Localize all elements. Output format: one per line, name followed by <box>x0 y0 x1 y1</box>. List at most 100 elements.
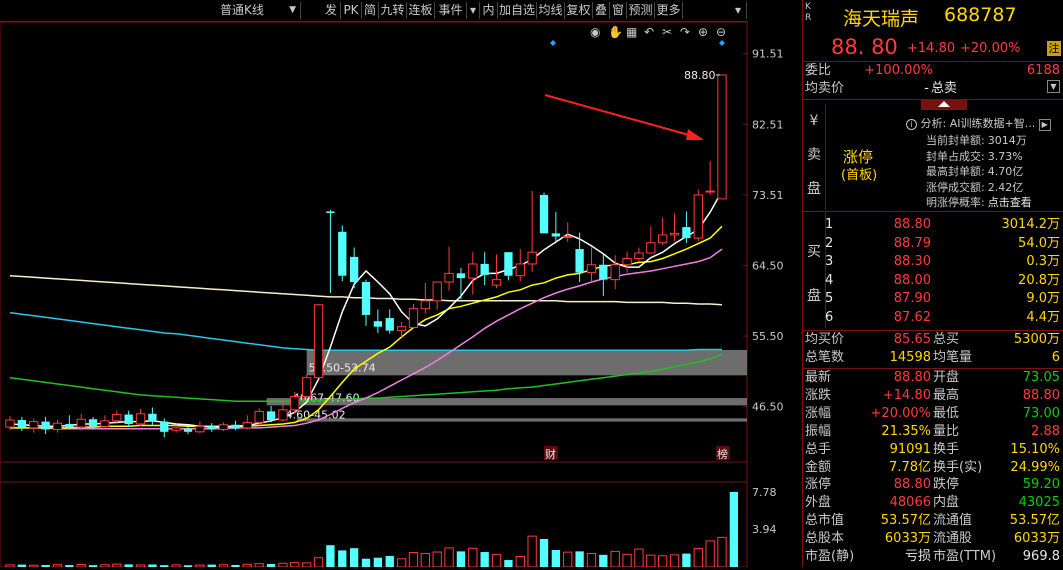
volume-bar <box>396 558 407 568</box>
toolbar-button-8[interactable]: 均线 <box>537 2 565 19</box>
candle-body <box>290 396 300 411</box>
toolbar-button-5[interactable]: 事件 <box>435 2 467 19</box>
volume-tick-label: 3.94 <box>752 523 777 536</box>
candle-body <box>124 414 133 424</box>
volume-bar <box>575 551 584 567</box>
volume-bar <box>610 550 620 568</box>
first-board-label: (首板) <box>841 168 878 183</box>
toolbar-button-9[interactable]: 复权 <box>565 2 593 19</box>
sell-side-label: ¥ 卖 盘 <box>807 113 821 197</box>
chevron-down-icon: ▼ <box>289 5 296 15</box>
candle-body <box>195 425 205 433</box>
zoom-out-icon[interactable]: ⊖ <box>716 25 726 39</box>
collapse-tab[interactable] <box>921 99 967 110</box>
volume-bar <box>563 551 573 568</box>
candle-body <box>646 242 656 254</box>
toolbar-more-arrow[interactable]: ▾ <box>730 2 747 19</box>
candle-body <box>456 273 466 279</box>
candle-body <box>527 251 537 265</box>
high-price-label: 88.80 <box>684 69 716 82</box>
candle-body <box>302 377 312 398</box>
candle-body <box>41 421 50 430</box>
candle-body <box>586 264 597 274</box>
candle-body <box>622 257 632 266</box>
limit-info-row: 当前封单额: 3014万 <box>926 134 1027 147</box>
toolbar-button-11[interactable]: 窗 <box>610 2 627 19</box>
toolbar-button-12[interactable]: 预测 <box>627 2 655 19</box>
volume-bar <box>527 535 537 568</box>
hand-icon[interactable]: ✋ <box>608 25 623 39</box>
stat-row: 外盘 48066 内盘 43025 <box>805 495 1060 511</box>
candle-body <box>717 74 727 200</box>
stock-code: 688787 <box>944 4 1017 26</box>
bid-row[interactable]: 5 87.90 9.0万 <box>803 290 1063 308</box>
scissors-icon[interactable]: ✂ <box>662 25 672 39</box>
stat-row: 总股本 6033万 流通股 6033万 <box>805 531 1060 547</box>
candle-body <box>361 282 371 315</box>
volume-bar <box>326 545 335 567</box>
chevron-right-icon: ▶ <box>1038 119 1051 131</box>
volume-bar <box>290 562 300 568</box>
candle-body <box>231 424 240 429</box>
candle-body <box>491 279 502 286</box>
volume-bar <box>361 558 371 567</box>
kline-chart-svg: 91.5182.5173.5164.5055.5046.507.783.9450… <box>0 21 784 568</box>
avg-sell-row: 均卖价 - 总卖 ▼ <box>803 80 1063 98</box>
stock-name: 海天瑞声 <box>843 8 920 30</box>
bid-row[interactable]: 6 87.62 4.4万 <box>803 309 1063 327</box>
register-badge[interactable]: 注 <box>1047 41 1061 56</box>
volume-bar <box>729 491 739 567</box>
bid-row[interactable]: 3 88.30 0.3万 <box>803 253 1063 271</box>
candle-body <box>468 263 478 279</box>
candle-body <box>610 264 620 281</box>
toolbar-button-13[interactable]: 更多 <box>655 2 683 19</box>
volume-bar <box>302 562 312 568</box>
candle-body <box>207 426 216 430</box>
zoom-in-icon[interactable]: ⊕ <box>698 25 708 39</box>
event-dropdown-arrow[interactable]: ▾ <box>467 2 480 19</box>
toolbar-button-6[interactable]: 内 <box>480 2 498 19</box>
candle-body <box>563 236 573 239</box>
chevron-up-icon <box>938 101 950 107</box>
candle-body <box>444 272 454 283</box>
kr-badge: K R <box>805 2 812 23</box>
bid-row[interactable]: 1 88.80 3014.2万 <box>803 216 1063 234</box>
limit-info-row[interactable]: 明涨停概率: 点击查看 <box>926 194 1032 210</box>
bid-row[interactable]: 4 88.00 20.8万 <box>803 272 1063 290</box>
analysis-line[interactable]: i 分析: AI训练数据+智... ▶ <box>906 115 1051 131</box>
toolbar-button-2[interactable]: 简 <box>362 2 379 19</box>
chart-toolbar: 普通K线 ▼ 发 PK 简九转 连板 事件 ▾ 内加自选 均线 复权叠窗预测 更多 ▾ <box>0 0 748 22</box>
eye-icon[interactable]: ◉ <box>590 25 600 39</box>
candle-body <box>599 264 608 280</box>
volume-bar <box>504 560 513 567</box>
candle-body <box>669 232 680 236</box>
candle-body <box>278 409 288 421</box>
grid-icon[interactable]: ▦ <box>626 25 637 39</box>
toolbar-button-3[interactable]: 九转 <box>379 2 407 19</box>
avg-buy-row: 均买价 85.65 总买 5300万 <box>805 332 1060 347</box>
cai-marker: 财 <box>545 447 556 461</box>
stat-row: 涨幅 +20.00% 最低 73.00 <box>805 405 1060 421</box>
redo-icon[interactable]: ↷ <box>680 25 690 39</box>
candle-body <box>515 263 525 277</box>
volume-bar <box>278 562 288 568</box>
volume-bar <box>468 547 478 568</box>
bid-row[interactable]: 2 88.79 54.0万 <box>803 235 1063 253</box>
candle-body <box>5 419 15 428</box>
kline-chart[interactable]: 91.51 82.51 73.51 64.50 55.50 46.50 7.78 3.94 50… <box>0 21 800 568</box>
toolbar-button-7[interactable]: 加自选 <box>498 2 537 19</box>
candle-body <box>88 419 98 427</box>
undo-icon[interactable]: ↶ <box>644 25 654 39</box>
toolbar-button-10[interactable]: 叠 <box>593 2 610 19</box>
candle-body <box>135 413 146 425</box>
period-select[interactable]: 普通K线 ▼ <box>214 2 301 19</box>
toolbar-button-4[interactable]: 连板 <box>407 2 435 19</box>
chevron-down-icon[interactable]: ▼ <box>1047 80 1060 93</box>
webi-row: 委比 +100.00% 6188 <box>805 63 1060 78</box>
volume-bar <box>491 553 502 568</box>
toolbar-button-0[interactable]: 发 <box>322 2 341 19</box>
volume-bar <box>586 553 597 568</box>
toolbar-button-1[interactable]: PK <box>341 2 362 19</box>
volume-bar <box>658 555 668 568</box>
volume-bar <box>646 554 656 568</box>
